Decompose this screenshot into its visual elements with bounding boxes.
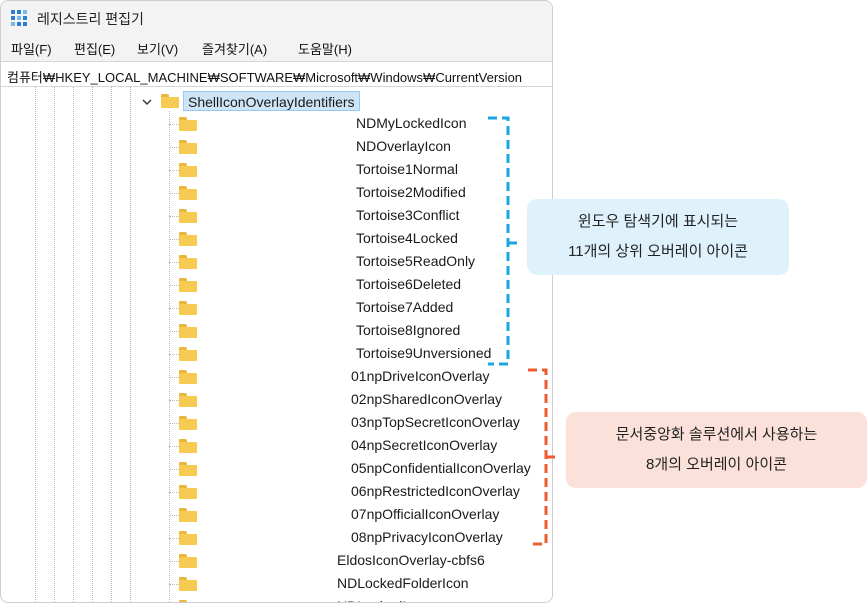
blue-bracket <box>488 116 522 366</box>
callout-dlp-line1: 문서중앙화 솔루션에서 사용하는 <box>615 426 818 443</box>
orange-bracket <box>528 368 560 546</box>
callout-explorer-icons: 윈도우 탐색기에 표시되는 11개의 상위 오버레이 아이콘 <box>527 199 789 275</box>
callout-dlp-icons: 문서중앙화 솔루션에서 사용하는 8개의 오버레이 아이콘 <box>566 412 867 488</box>
callout-explorer-line2: 11개의 상위 오버레이 아이콘 <box>568 243 748 260</box>
callout-explorer-line1: 윈도우 탐색기에 표시되는 <box>577 213 739 230</box>
annotation-brackets <box>488 116 560 546</box>
callout-dlp-line2: 8개의 오버레이 아이콘 <box>646 456 787 473</box>
